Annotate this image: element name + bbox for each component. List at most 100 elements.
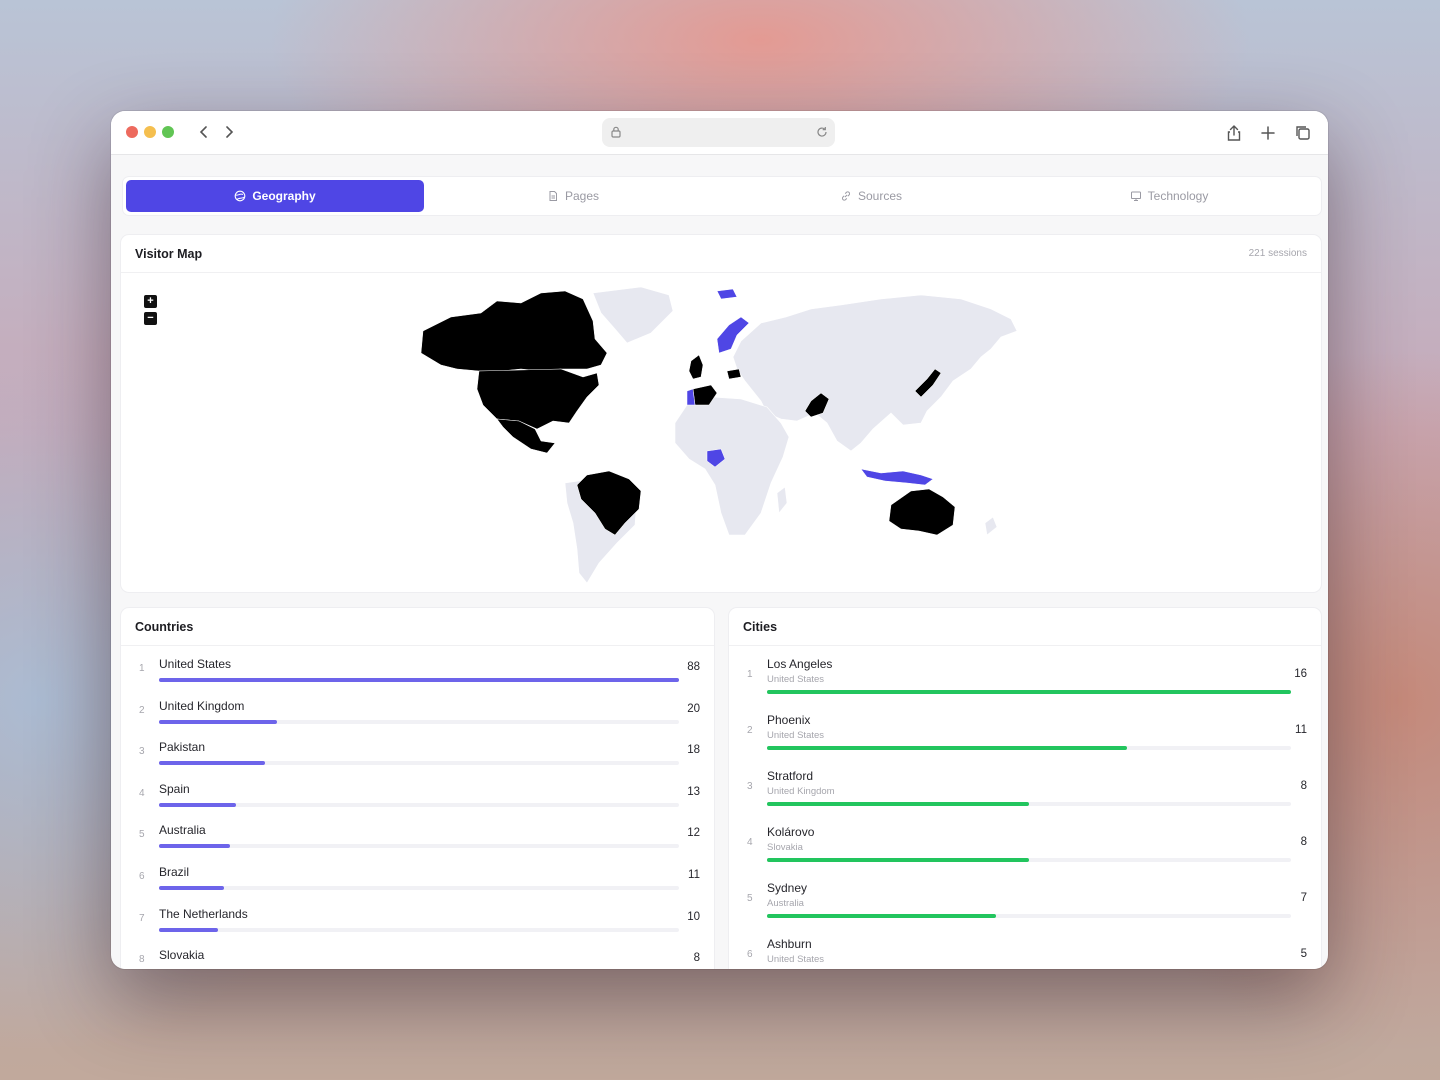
- address-bar[interactable]: [602, 118, 835, 147]
- city-name: Los Angeles: [767, 657, 833, 671]
- file-icon: [549, 191, 557, 201]
- country-name: Brazil: [159, 865, 190, 879]
- row-rank: 5: [747, 893, 753, 904]
- tab-sources[interactable]: Sources: [722, 180, 1020, 212]
- country-bar-track: [159, 886, 679, 890]
- country-count: 20: [687, 702, 700, 715]
- country-bar-track: [159, 761, 679, 766]
- city-country: United States: [767, 730, 825, 741]
- country-name: The Netherlands: [159, 906, 248, 921]
- madagascar-shape: [776, 486, 788, 514]
- greenland-shape: [592, 286, 674, 344]
- australia-shape: [888, 488, 956, 536]
- country-count: 18: [687, 744, 700, 757]
- city-row[interactable]: 2 Phoenix United States 11: [729, 711, 1321, 763]
- city-row[interactable]: 6 Ashburn United States 5: [729, 935, 1321, 969]
- sessions-count: 221 sessions: [1248, 248, 1307, 259]
- country-count: 10: [687, 910, 700, 923]
- tab-pages[interactable]: Pages: [424, 180, 722, 212]
- row-rank: 4: [139, 787, 145, 799]
- countries-title: Countries: [135, 619, 194, 634]
- city-bar-fill: [767, 690, 1291, 694]
- link-icon: [842, 191, 850, 201]
- country-name: Australia: [159, 823, 206, 838]
- country-bar-fill: [159, 719, 278, 724]
- country-name: United States: [159, 657, 232, 671]
- maximize-window-button[interactable]: [162, 126, 174, 138]
- country-count: 8: [693, 952, 700, 965]
- city-bar-fill: [767, 746, 1128, 750]
- reload-icon[interactable]: [815, 125, 829, 139]
- browser-window: Geography Pages Sources Technology Visit…: [111, 111, 1328, 969]
- country-bar-track: [159, 927, 679, 932]
- city-bar-fill: [767, 858, 1029, 862]
- new-zealand-shape: [984, 516, 998, 536]
- united-kingdom-shape: [688, 354, 704, 380]
- canada-shape: [420, 290, 608, 372]
- share-icon[interactable]: [1224, 123, 1244, 143]
- city-row[interactable]: 3 Stratford United Kingdom 8: [729, 767, 1321, 819]
- visitor-map-title: Visitor Map: [135, 246, 203, 261]
- tabs-icon[interactable]: [1293, 123, 1313, 143]
- country-row[interactable]: 5 Australia 12: [121, 821, 714, 861]
- city-bar-track: [767, 690, 1291, 694]
- visitor-map-card: Visitor Map 221 sessions + −: [121, 235, 1321, 592]
- minimize-window-button[interactable]: [144, 126, 156, 138]
- country-bar-fill: [159, 886, 224, 890]
- country-row[interactable]: 8 Slovakia 8: [121, 946, 714, 969]
- country-row[interactable]: 6 Brazil 11: [121, 863, 714, 903]
- plus-icon[interactable]: [1258, 123, 1278, 143]
- country-row[interactable]: 4 Spain 13: [121, 780, 714, 820]
- section-tabs: Geography Pages Sources Technology: [123, 177, 1321, 215]
- city-count: 8: [1300, 836, 1307, 848]
- city-country: United States: [767, 954, 825, 965]
- iceland-shape: [716, 288, 738, 300]
- row-rank: 3: [747, 781, 753, 792]
- country-bar-fill: [159, 927, 219, 932]
- close-window-button[interactable]: [126, 126, 138, 138]
- tab-technology[interactable]: Technology: [1020, 180, 1318, 212]
- page-content: Geography Pages Sources Technology Visit…: [111, 156, 1328, 969]
- city-bar-track: [767, 914, 1291, 918]
- lock-icon: [611, 126, 621, 138]
- tab-geography[interactable]: Geography: [126, 180, 424, 212]
- country-count: 88: [687, 661, 700, 673]
- tab-label: Geography: [252, 189, 316, 203]
- country-row[interactable]: 7 The Netherlands 10: [121, 905, 714, 945]
- country-bar-track: [159, 719, 679, 724]
- city-count: 11: [1295, 724, 1307, 736]
- city-name: Stratford: [767, 769, 814, 783]
- cities-title: Cities: [743, 619, 778, 634]
- city-count: 5: [1300, 948, 1307, 960]
- country-row[interactable]: 3 Pakistan 18: [121, 738, 714, 778]
- row-rank: 8: [139, 954, 145, 966]
- country-row[interactable]: 2 United Kingdom 20: [121, 697, 714, 737]
- row-rank: 1: [747, 669, 753, 680]
- world-map[interactable]: [121, 273, 1321, 592]
- globe-icon: [234, 190, 246, 202]
- city-bar-track: [767, 746, 1291, 750]
- country-count: 12: [687, 827, 700, 840]
- city-bar-fill: [767, 914, 997, 918]
- row-rank: 5: [139, 829, 145, 841]
- country-bar-track: [159, 678, 679, 682]
- country-bar-track: [159, 844, 679, 849]
- browser-titlebar: [111, 111, 1328, 155]
- city-row[interactable]: 5 Sydney Australia 7: [729, 879, 1321, 931]
- city-name: Phoenix: [767, 713, 811, 727]
- country-bar-fill: [159, 802, 236, 807]
- country-name: Pakistan: [159, 740, 206, 755]
- city-row[interactable]: 1 Los Angeles United States 16: [729, 655, 1321, 707]
- row-rank: 4: [747, 837, 753, 848]
- row-rank: 2: [747, 725, 753, 736]
- chevron-left-icon: [199, 126, 207, 138]
- country-row[interactable]: 1 United States 88: [121, 655, 714, 695]
- row-rank: 6: [139, 871, 145, 882]
- city-country: United Kingdom: [767, 786, 835, 797]
- country-name: United Kingdom: [159, 698, 245, 713]
- back-button[interactable]: [196, 123, 212, 141]
- forward-button[interactable]: [221, 123, 237, 141]
- row-rank: 1: [139, 663, 145, 674]
- city-bar-track: [767, 802, 1291, 806]
- city-row[interactable]: 4 Kolárovo Slovakia 8: [729, 823, 1321, 875]
